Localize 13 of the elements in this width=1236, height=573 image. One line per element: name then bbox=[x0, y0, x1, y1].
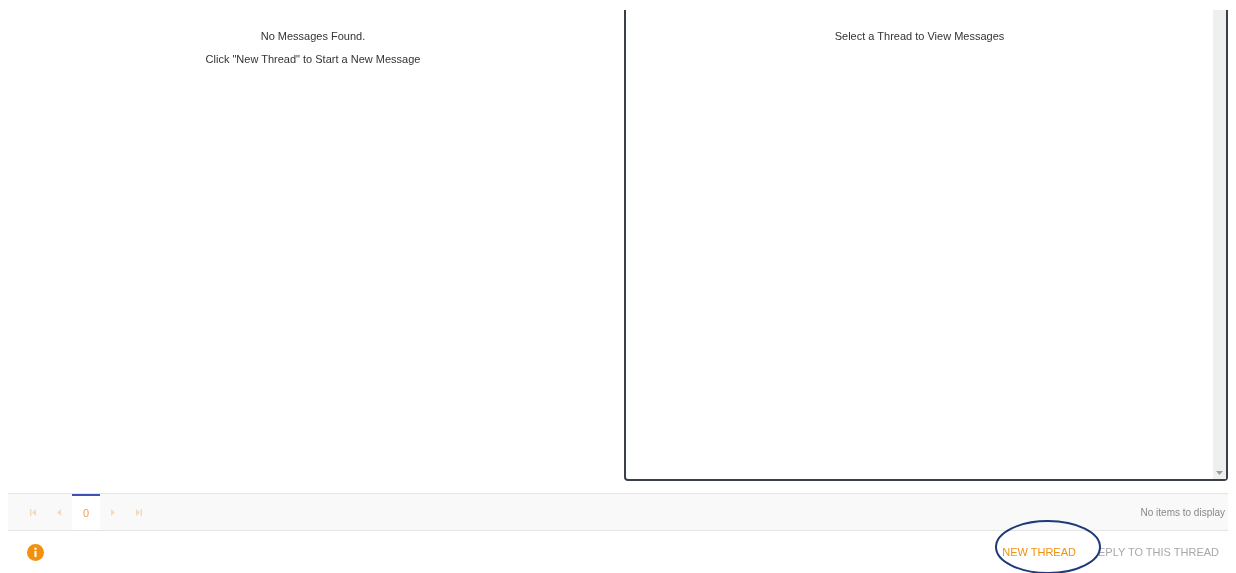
pager-status: No items to display bbox=[1140, 506, 1225, 518]
next-page-icon bbox=[108, 507, 118, 517]
message-placeholder: Select a Thread to View Messages bbox=[834, 30, 1005, 44]
scroll-down-icon bbox=[1216, 471, 1223, 475]
message-view-field[interactable]: Select a Thread to View Messages bbox=[624, 10, 1228, 481]
empty-hint: Click "New Thread" to Start a New Message bbox=[205, 53, 421, 65]
prev-page-icon bbox=[54, 507, 64, 517]
page-number[interactable]: 0 bbox=[72, 494, 100, 530]
info-icon[interactable] bbox=[27, 543, 44, 561]
first-page-icon bbox=[28, 507, 38, 517]
empty-title: No Messages Found. bbox=[260, 30, 366, 42]
last-page-icon bbox=[134, 507, 144, 517]
new-thread-button[interactable]: NEW THREAD bbox=[999, 546, 1079, 558]
